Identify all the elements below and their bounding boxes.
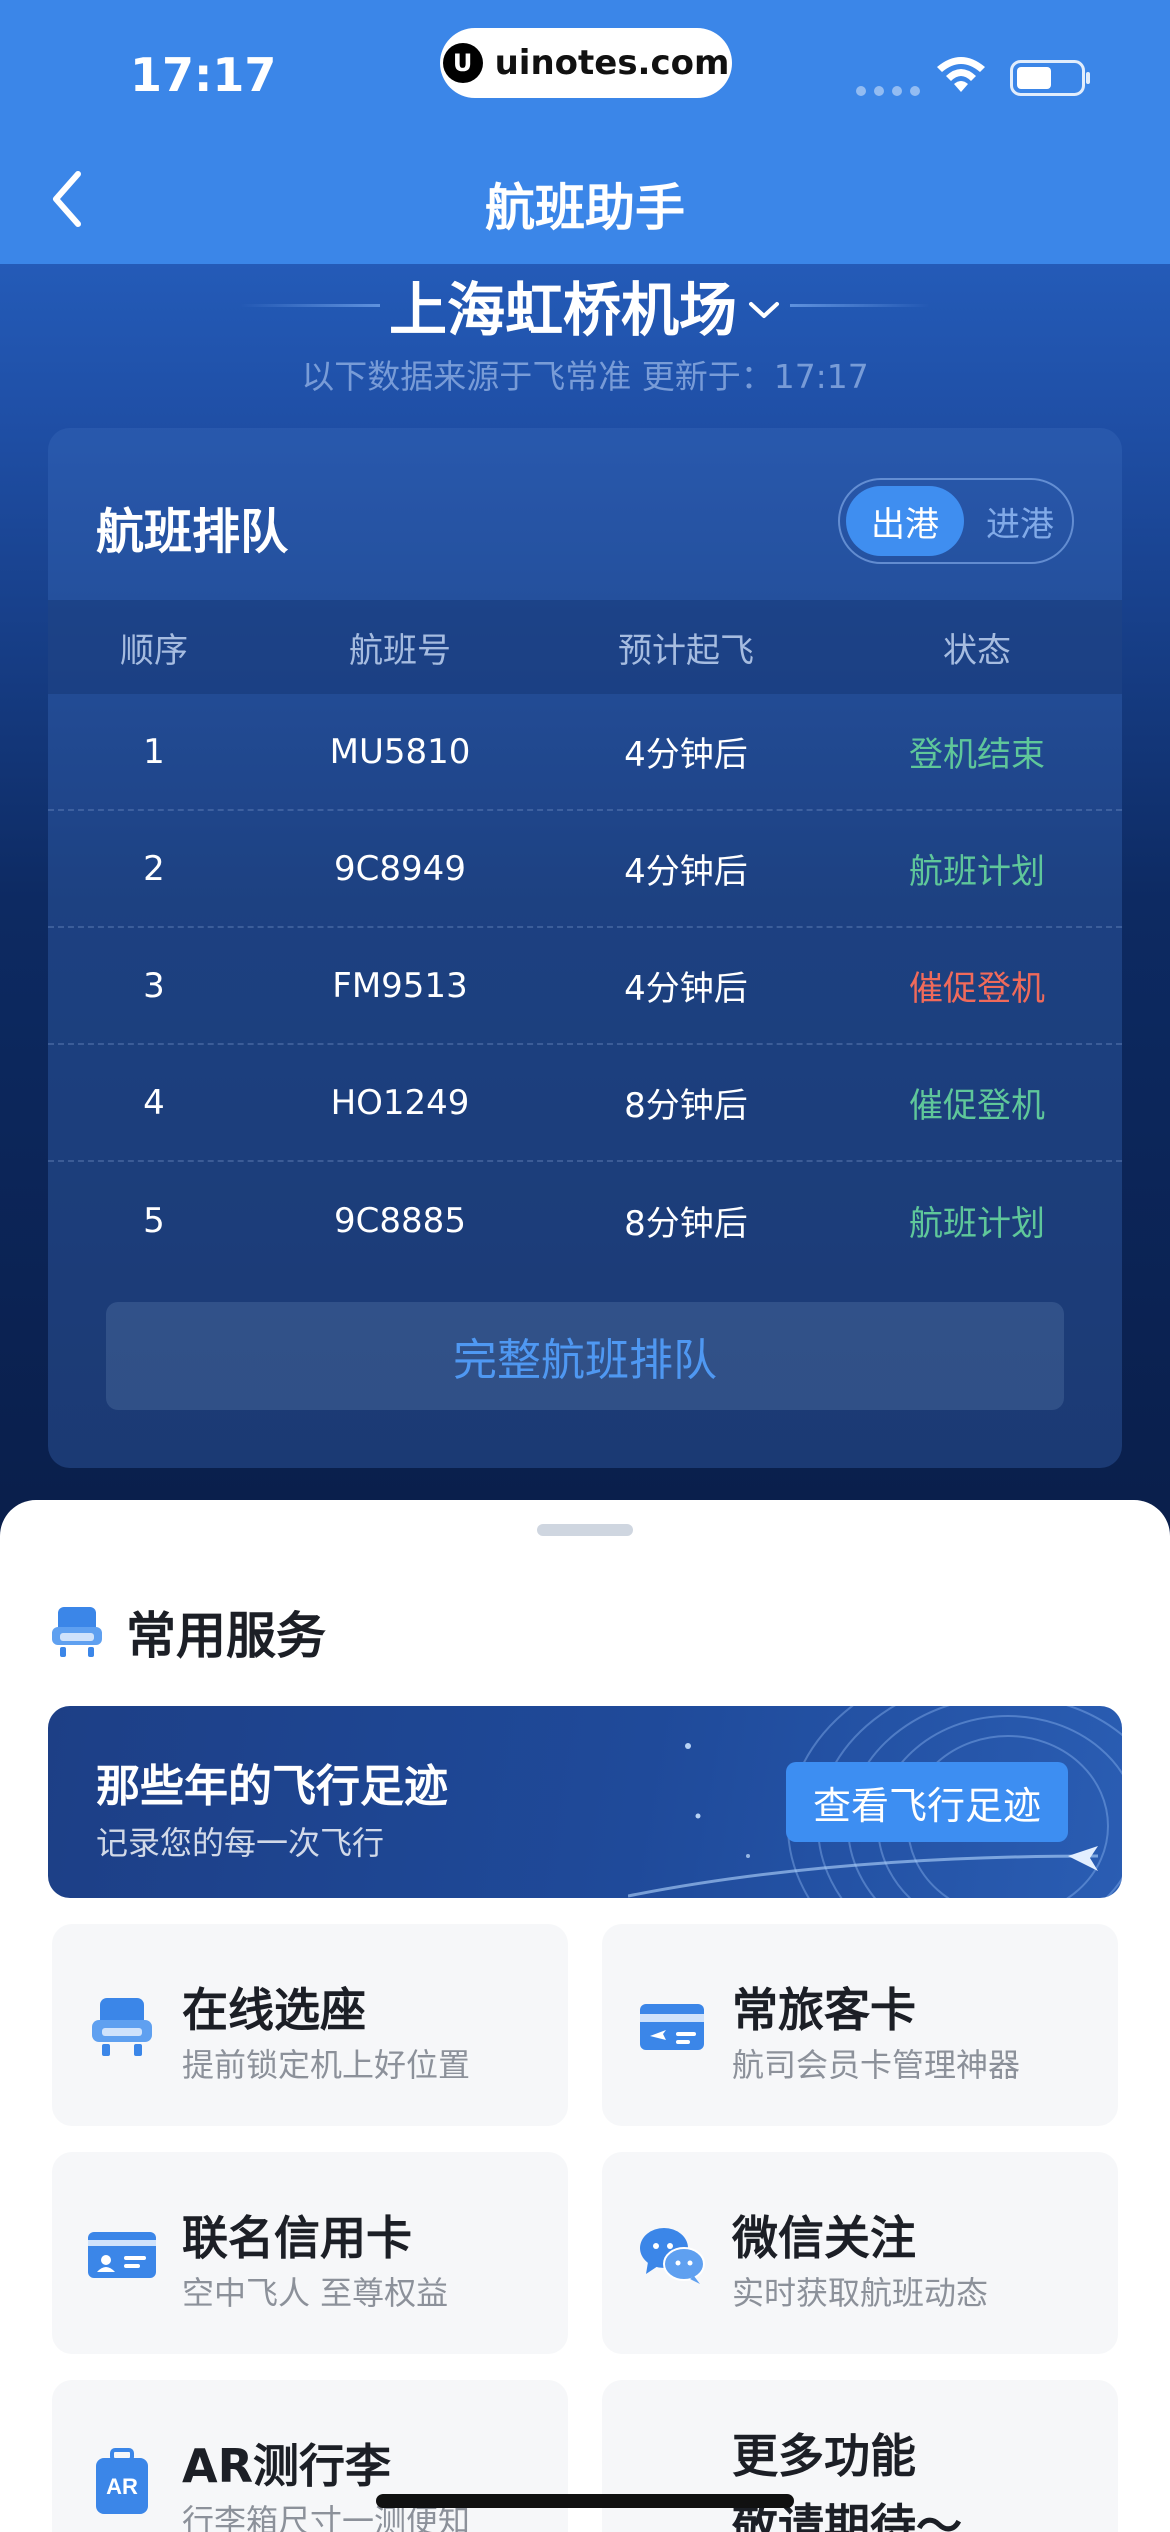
order-cell: 3	[143, 965, 165, 1006]
status-cell: 登机结束	[909, 735, 1045, 775]
tile-subtitle: 实时获取航班动态	[732, 2274, 989, 2312]
flight-cell: MU5810	[329, 731, 471, 772]
chevron-down-icon	[749, 302, 779, 318]
svg-text:AR: AR	[106, 2474, 138, 2499]
table-row[interactable]: 4 HO1249 8分钟后 催促登机	[48, 1045, 1122, 1162]
sheet-grabber[interactable]	[537, 1524, 633, 1536]
flight-footprint-banner[interactable]: 那些年的飞行足迹 记录您的每一次飞行 查看飞行足迹	[48, 1706, 1122, 1898]
status-time: 17:17	[130, 48, 277, 102]
tile-title: 常旅客卡	[732, 1983, 916, 2037]
top-bar: 17:17 U uinotes.com 航班助手	[0, 0, 1170, 264]
table-header: 顺序 航班号 预计起飞 状态	[48, 600, 1122, 694]
service-tile-frequent-flyer[interactable]: 常旅客卡 航司会员卡管理神器	[602, 1924, 1118, 2126]
table-row[interactable]: 3 FM9513 4分钟后 催促登机	[48, 928, 1122, 1045]
seat-icon	[92, 1998, 152, 2056]
eta-cell: 4分钟后	[624, 852, 748, 892]
tile-subtitle: 提前锁定机上好位置	[182, 2046, 471, 2084]
table-row[interactable]: 2 9C8949 4分钟后 航班计划	[48, 811, 1122, 928]
url-text: uinotes.com	[494, 43, 730, 83]
full-queue-button[interactable]: 完整航班排队	[106, 1302, 1064, 1410]
service-tile-wechat[interactable]: 微信关注 实时获取航班动态	[602, 2152, 1118, 2354]
flight-cell: FM9513	[332, 965, 468, 1006]
eta-cell: 8分钟后	[624, 1204, 748, 1244]
status-cell: 催促登机	[909, 969, 1045, 1009]
flight-queue-card: 航班排队 出港 进港 顺序 航班号 预计起飞 状态 1 MU5810 4分钟后 …	[48, 428, 1122, 1468]
airport-selector[interactable]: 上海虹桥机场	[0, 270, 1170, 344]
airport-name: 上海虹桥机场	[388, 276, 737, 344]
tile-subtitle: 空中飞人 至尊权益	[182, 2274, 449, 2312]
services-title: 常用服务	[126, 1607, 326, 1665]
column-header-status: 状态	[943, 630, 1011, 671]
service-tile-seat-selection[interactable]: 在线选座 提前锁定机上好位置	[52, 1924, 568, 2126]
flight-cell: 9C8949	[334, 848, 466, 889]
order-cell: 5	[143, 1200, 165, 1241]
status-cell: 航班计划	[909, 852, 1045, 892]
tile-title: 联名信用卡	[182, 2211, 412, 2265]
battery-icon	[1010, 60, 1090, 96]
eta-cell: 4分钟后	[624, 969, 748, 1009]
status-cell: 航班计划	[909, 1204, 1045, 1244]
tab-arrival[interactable]: 进港	[970, 486, 1070, 556]
banner-title: 那些年的飞行足迹	[96, 1761, 448, 1812]
seat-icon	[52, 1607, 102, 1657]
url-pill[interactable]: U uinotes.com	[440, 28, 732, 98]
data-source-note: 以下数据来源于飞常准 更新于：17:17	[301, 357, 869, 396]
page-title: 航班助手	[485, 179, 685, 237]
service-tile-more[interactable]: 更多功能 敬请期待～	[602, 2380, 1118, 2532]
flight-cell: 9C8885	[334, 1200, 466, 1241]
view-footprint-button[interactable]: 查看飞行足迹	[786, 1762, 1068, 1842]
tile-title: 更多功能	[732, 2429, 916, 2483]
column-header-eta: 预计起飞	[618, 630, 754, 671]
site-logo-icon: U	[442, 43, 483, 83]
order-cell: 1	[143, 731, 165, 772]
eta-cell: 4分钟后	[624, 735, 748, 775]
service-tile-credit-card[interactable]: 联名信用卡 空中飞人 至尊权益	[52, 2152, 568, 2354]
credit-card-icon	[88, 2232, 156, 2278]
order-cell: 4	[143, 1082, 165, 1123]
services-sheet: 常用服务 那些年的飞行足迹 记录您的每一次飞行 查看飞行足迹 在线选座 提前锁定…	[0, 1500, 1170, 2532]
service-tile-ar-luggage[interactable]: AR AR测行李 行李箱尺寸一测便知	[52, 2380, 568, 2532]
tab-departure[interactable]: 出港	[846, 486, 964, 556]
wechat-icon	[640, 2228, 705, 2284]
tile-title: 在线选座	[182, 1983, 366, 2037]
ar-luggage-icon: AR	[96, 2448, 148, 2514]
table-row[interactable]: 1 MU5810 4分钟后 登机结束	[48, 694, 1122, 811]
eta-cell: 8分钟后	[624, 1086, 748, 1126]
tile-subtitle: 航司会员卡管理神器	[732, 2046, 1021, 2084]
column-header-flight: 航班号	[349, 630, 451, 671]
flight-cell: HO1249	[330, 1082, 470, 1123]
banner-subtitle: 记录您的每一次飞行	[96, 1824, 385, 1862]
column-header-order: 顺序	[120, 630, 188, 671]
tile-title: AR测行李	[182, 2439, 392, 2493]
order-cell: 2	[143, 848, 165, 889]
services-header: 常用服务	[48, 1596, 326, 1668]
wifi-icon	[937, 57, 985, 92]
home-indicator[interactable]	[376, 2494, 794, 2508]
boarding-card-icon	[640, 2004, 704, 2050]
table-row[interactable]: 5 9C8885 8分钟后 航班计划	[48, 1162, 1122, 1279]
queue-rows: 1 MU5810 4分钟后 登机结束 2 9C8949 4分钟后 航班计划 3 …	[48, 694, 1122, 1279]
signal-icon	[856, 86, 920, 96]
departure-arrival-toggle: 出港 进港	[838, 478, 1074, 564]
tile-title: 微信关注	[732, 2211, 916, 2265]
queue-title: 航班排队	[96, 504, 289, 560]
status-cell: 催促登机	[909, 1086, 1045, 1126]
